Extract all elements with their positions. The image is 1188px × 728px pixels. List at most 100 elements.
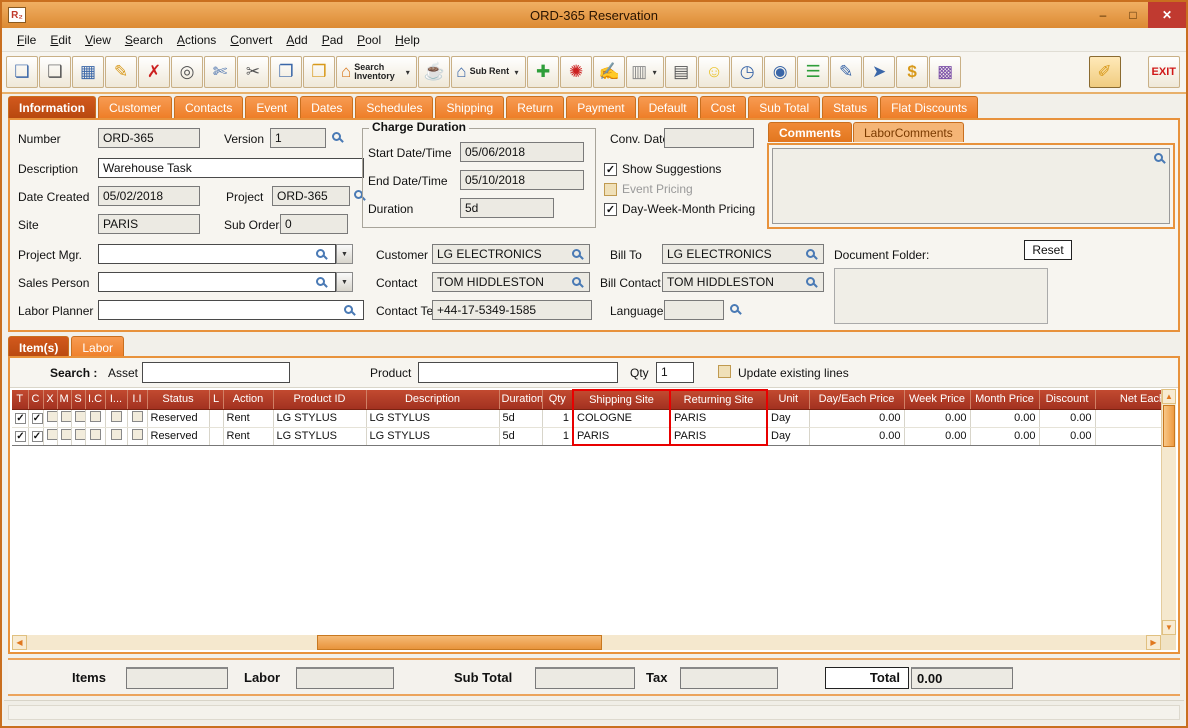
close-button[interactable]: ✕ — [1148, 2, 1186, 28]
edit-button[interactable]: ✎ — [105, 56, 137, 88]
row-checkbox[interactable]: ✓ — [31, 413, 42, 425]
cell-qty[interactable]: 1 — [542, 409, 574, 428]
cell-unit[interactable]: Day — [767, 426, 810, 446]
tab-event[interactable]: Event — [245, 96, 299, 118]
menu-edit[interactable]: Edit — [43, 30, 78, 50]
asset-input[interactable] — [142, 362, 290, 383]
scroll-left-icon[interactable]: ◀ — [12, 635, 27, 650]
row-checkbox[interactable] — [46, 411, 56, 422]
tab-schedules[interactable]: Schedules — [355, 96, 434, 118]
cell-net-each[interactable]: 0.00 — [1095, 409, 1161, 428]
col-l[interactable]: L — [209, 390, 224, 410]
vertical-scroll-thumb[interactable] — [1163, 405, 1175, 447]
contact-search-icon[interactable] — [572, 277, 581, 286]
exit-button[interactable]: EXIT — [1147, 56, 1180, 88]
tab-cost[interactable]: Cost — [699, 96, 747, 118]
col-net-each[interactable]: Net Each — [1095, 390, 1161, 410]
show-suggestions-checkbox[interactable]: ✓ Show Suggestions — [604, 162, 721, 176]
cell-shipping-site[interactable]: PARIS — [572, 426, 671, 446]
col-action[interactable]: Action — [223, 390, 274, 410]
copy-button[interactable]: ❐ — [270, 56, 302, 88]
col-status[interactable]: Status — [147, 390, 210, 410]
reset-button[interactable]: Reset — [1024, 240, 1072, 260]
menu-add[interactable]: Add — [279, 30, 314, 50]
col-ic[interactable]: I.C — [85, 390, 106, 410]
number-field[interactable]: ORD-365 — [98, 128, 200, 148]
row-checkbox[interactable] — [110, 411, 122, 422]
labor-planner-field[interactable] — [98, 300, 364, 320]
row-checkbox[interactable] — [131, 429, 143, 440]
groups-button[interactable]: ✺ — [560, 56, 593, 88]
cell-unit[interactable]: Day — [767, 409, 810, 428]
cell-description[interactable]: LG STYLUS — [366, 409, 500, 428]
menu-search[interactable]: Search — [118, 30, 170, 50]
paste-button[interactable]: ❒ — [303, 56, 335, 88]
tab-sub-total[interactable]: Sub Total — [748, 96, 821, 118]
end-date-field[interactable]: 05/10/2018 — [460, 170, 584, 190]
horizontal-scrollbar[interactable]: ◀ ▶ — [12, 635, 1161, 650]
search-inventory-dropdown-icon[interactable]: ▾ — [403, 68, 412, 77]
labels-dropdown-icon[interactable]: ▾ — [650, 68, 659, 77]
save-button[interactable]: ▦ — [72, 56, 104, 88]
col-unit[interactable]: Unit — [767, 390, 810, 410]
labels-button[interactable]: ▥ ▾ — [626, 56, 665, 88]
cell-discount[interactable]: 0.00 — [1039, 426, 1096, 446]
scroll-up-icon[interactable]: ▲ — [1162, 389, 1176, 404]
document-folder-box[interactable] — [834, 268, 1048, 324]
minimize-button[interactable]: – — [1088, 2, 1118, 28]
cell-month-price[interactable]: 0.00 — [970, 426, 1040, 446]
cell-status[interactable]: Reserved — [147, 426, 210, 446]
horizontal-scroll-track[interactable] — [27, 635, 1146, 650]
cell-action[interactable]: Rent — [223, 426, 274, 446]
dwm-pricing-box[interactable]: ✓ — [604, 202, 617, 216]
labor-planner-search-icon[interactable] — [344, 305, 353, 314]
tab-customer[interactable]: Customer — [98, 96, 173, 118]
cell-week-price[interactable]: 0.00 — [904, 409, 971, 428]
cell-action[interactable]: Rent — [223, 409, 274, 428]
description-field[interactable]: Warehouse Task — [98, 158, 364, 178]
bill-contact-field[interactable]: TOM HIDDLESTON — [662, 272, 824, 292]
show-suggestions-box[interactable]: ✓ — [604, 162, 617, 176]
cell-discount[interactable]: 0.00 — [1039, 409, 1096, 428]
delete-button[interactable]: ✗ — [138, 56, 170, 88]
vertical-scrollbar[interactable]: ▲ ▼ — [1161, 389, 1176, 635]
col-day-each-price[interactable]: Day/Each Price — [809, 390, 905, 410]
row-checkbox[interactable] — [60, 411, 70, 422]
scroll-down-icon[interactable]: ▼ — [1162, 620, 1176, 635]
comments-tab[interactable]: Comments — [768, 122, 853, 142]
table-row[interactable]: ✓ ✓ Reserved Rent LG STYLUS LG STYLUS 5d… — [12, 426, 1161, 446]
find-button[interactable]: ◎ — [171, 56, 203, 88]
sub-rent-button[interactable]: ⌂ Sub Rent ▾ — [451, 56, 527, 88]
row-checkbox[interactable]: ✓ — [15, 431, 26, 443]
cell-week-price[interactable]: 0.00 — [904, 426, 971, 446]
cell-duration[interactable]: 5d — [499, 409, 543, 428]
cell-l[interactable] — [209, 409, 224, 428]
cut-button[interactable]: ✂ — [237, 56, 269, 88]
customer-search-icon[interactable] — [572, 249, 581, 258]
col-m[interactable]: M — [57, 390, 72, 410]
tab-flat-discounts[interactable]: Flat Discounts — [880, 96, 979, 118]
row-checkbox[interactable]: ✓ — [31, 431, 42, 443]
tab-contacts[interactable]: Contacts — [174, 96, 244, 118]
new-document-button[interactable]: ❏ — [6, 56, 38, 88]
menu-pool[interactable]: Pool — [350, 30, 388, 50]
cell-returning-site[interactable]: PARIS — [670, 409, 768, 428]
customer-field[interactable]: LG ELECTRONICS — [432, 244, 590, 264]
cell-day-each-price[interactable]: 0.00 — [809, 426, 905, 446]
tab-shipping[interactable]: Shipping — [435, 96, 505, 118]
sub-rent-dropdown-icon[interactable]: ▾ — [512, 68, 521, 77]
project-field[interactable]: ORD-365 — [272, 186, 350, 206]
table-row[interactable]: ✓ ✓ Reserved Rent LG STYLUS LG STYLUS 5d… — [12, 409, 1161, 428]
menu-convert[interactable]: Convert — [223, 30, 279, 50]
col-ii[interactable]: I.I — [127, 390, 148, 410]
print-button[interactable]: ❑ — [39, 56, 71, 88]
sales-person-search-icon[interactable] — [316, 277, 325, 286]
dwm-pricing-checkbox[interactable]: ✓ Day-Week-Month Pricing — [604, 202, 755, 216]
version-field[interactable]: 1 — [270, 128, 326, 148]
tab-labor[interactable]: Labor — [71, 336, 125, 358]
search-inventory-button[interactable]: ⌂ Search Inventory ▾ — [336, 56, 418, 88]
col-discount[interactable]: Discount — [1039, 390, 1096, 410]
web-button[interactable]: ◉ — [764, 56, 797, 88]
bill-to-search-icon[interactable] — [806, 249, 815, 258]
cell-product-id[interactable]: LG STYLUS — [273, 409, 367, 428]
